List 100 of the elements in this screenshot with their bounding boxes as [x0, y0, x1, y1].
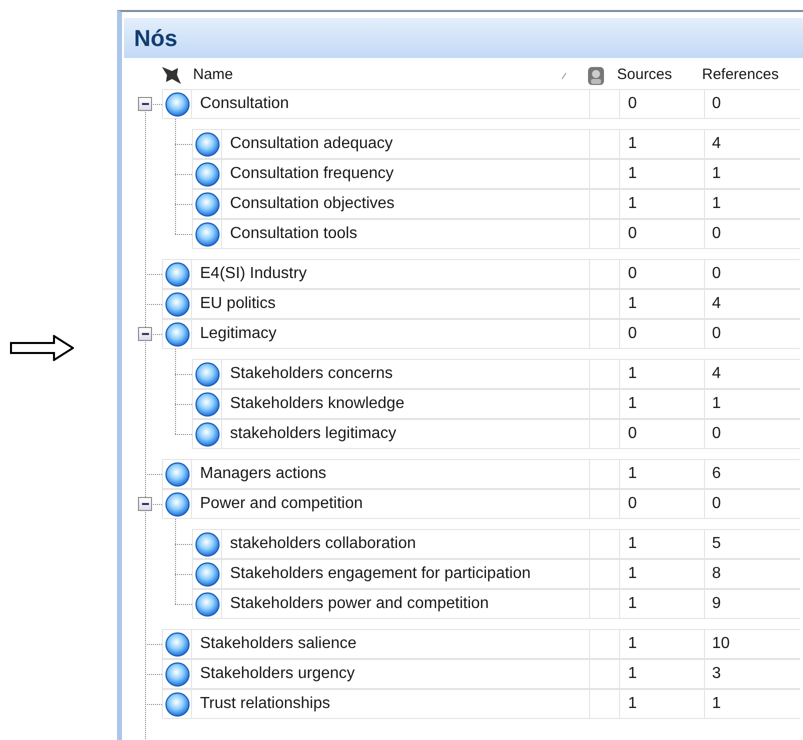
- node-name[interactable]: stakeholders collaboration: [222, 529, 590, 559]
- sources-cell: 1: [620, 359, 705, 389]
- empty-cell: [590, 559, 620, 589]
- empty-cell: [590, 129, 620, 159]
- empty-cell: [590, 659, 620, 689]
- sources-cell: 1: [620, 289, 705, 319]
- node-icon: [164, 462, 190, 486]
- empty-cell: [590, 589, 620, 619]
- node-icon: [194, 392, 220, 416]
- node-icon: [164, 322, 190, 346]
- column-header[interactable]: Name: [193, 64, 561, 87]
- node-name[interactable]: Trust relationships: [192, 689, 590, 719]
- references-cell: 1: [705, 189, 800, 219]
- node-icon: [164, 92, 190, 116]
- node-name[interactable]: Managers actions: [192, 459, 590, 489]
- collapse-toggle[interactable]: [138, 97, 152, 111]
- node-name[interactable]: EU politics: [192, 289, 590, 319]
- collapse-toggle[interactable]: [138, 497, 152, 511]
- sources-cell: 1: [620, 629, 705, 659]
- empty-cell: [590, 289, 620, 319]
- references-cell: 0: [705, 259, 800, 289]
- empty-cell: [590, 689, 620, 719]
- node-name[interactable]: Stakeholders concerns: [222, 359, 590, 389]
- references-cell: 4: [705, 289, 800, 319]
- empty-cell: [590, 529, 620, 559]
- references-cell: 1: [705, 389, 800, 419]
- right-arrow-icon: [10, 335, 74, 361]
- node-icon: [164, 692, 190, 716]
- node-icon: [164, 262, 190, 286]
- references-cell: 3: [705, 659, 800, 689]
- node-name[interactable]: Stakeholders engagement for participation: [222, 559, 590, 589]
- empty-cell: [590, 629, 620, 659]
- node-icon: [164, 662, 190, 686]
- references-cell: 0: [705, 89, 800, 119]
- references-cell: 4: [705, 129, 800, 159]
- node-icon: [194, 222, 220, 246]
- node-icon: [194, 592, 220, 616]
- empty-cell: [590, 159, 620, 189]
- panel-title: Nós: [134, 24, 178, 53]
- column-header[interactable]: References: [702, 64, 802, 87]
- pin-icon: [160, 64, 182, 86]
- sources-cell: 1: [620, 129, 705, 159]
- node-name[interactable]: Consultation adequacy: [222, 129, 590, 159]
- references-cell: 1: [705, 159, 800, 189]
- node-icon: [194, 162, 220, 186]
- sources-cell: 0: [620, 319, 705, 349]
- node-icon: [194, 192, 220, 216]
- sources-cell: 1: [620, 689, 705, 719]
- references-cell: 10: [705, 629, 800, 659]
- sources-cell: 0: [620, 419, 705, 449]
- node-icon: [164, 632, 190, 656]
- sources-cell: 1: [620, 559, 705, 589]
- sources-cell: 1: [620, 459, 705, 489]
- references-cell: 5: [705, 529, 800, 559]
- references-cell: 8: [705, 559, 800, 589]
- node-name[interactable]: Stakeholders salience: [192, 629, 590, 659]
- empty-cell: [590, 359, 620, 389]
- node-name[interactable]: Consultation: [192, 89, 590, 119]
- column-header[interactable]: Sources: [617, 64, 702, 87]
- node-icon: [194, 132, 220, 156]
- sources-cell: 1: [620, 389, 705, 419]
- sources-cell: 1: [620, 659, 705, 689]
- person-icon: [585, 64, 607, 86]
- sources-cell: 0: [620, 489, 705, 519]
- node-icon: [194, 362, 220, 386]
- node-name[interactable]: E4(SI) Industry: [192, 259, 590, 289]
- references-cell: 0: [705, 219, 800, 249]
- sources-cell: 1: [620, 159, 705, 189]
- node-icon: [194, 532, 220, 556]
- node-icon: [194, 562, 220, 586]
- empty-cell: [590, 259, 620, 289]
- references-cell: 0: [705, 319, 800, 349]
- references-cell: 1: [705, 689, 800, 719]
- sources-cell: 1: [620, 189, 705, 219]
- sources-cell: 1: [620, 529, 705, 559]
- node-name[interactable]: Stakeholders urgency: [192, 659, 590, 689]
- empty-cell: [590, 219, 620, 249]
- node-name[interactable]: Consultation objectives: [222, 189, 590, 219]
- references-cell: 4: [705, 359, 800, 389]
- node-name[interactable]: Stakeholders knowledge: [222, 389, 590, 419]
- node-icon: [164, 492, 190, 516]
- empty-cell: [590, 459, 620, 489]
- node-name[interactable]: Power and competition: [192, 489, 590, 519]
- collapse-toggle[interactable]: [138, 327, 152, 341]
- node-name[interactable]: Legitimacy: [192, 319, 590, 349]
- sources-cell: 0: [620, 259, 705, 289]
- node-name[interactable]: Stakeholders power and competition: [222, 589, 590, 619]
- node-icon: [164, 292, 190, 316]
- empty-cell: [590, 89, 620, 119]
- sources-cell: 0: [620, 89, 705, 119]
- references-cell: 9: [705, 589, 800, 619]
- empty-cell: [590, 419, 620, 449]
- node-name[interactable]: stakeholders legitimacy: [222, 419, 590, 449]
- node-name[interactable]: Consultation frequency: [222, 159, 590, 189]
- empty-cell: [590, 489, 620, 519]
- node-name[interactable]: Consultation tools: [222, 219, 590, 249]
- references-cell: 6: [705, 459, 800, 489]
- references-cell: 0: [705, 419, 800, 449]
- references-cell: 0: [705, 489, 800, 519]
- node-icon: [194, 422, 220, 446]
